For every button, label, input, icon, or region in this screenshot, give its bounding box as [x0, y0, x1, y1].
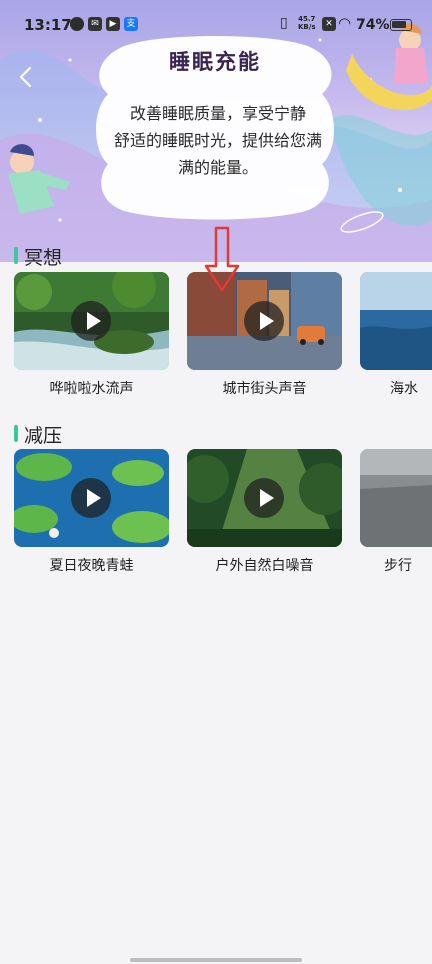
back-button[interactable]	[14, 62, 38, 92]
screen: { "status_bar": { "time": "13:17", "net_…	[0, 0, 432, 964]
description-line: 满的能量。	[177, 158, 258, 177]
sound-card-frog[interactable]	[14, 449, 169, 547]
network-speed-unit: KB/s	[298, 23, 316, 31]
wifi-icon: ◠	[338, 14, 352, 32]
sea-thumbnail	[360, 272, 432, 370]
status-time: 13:17	[24, 16, 72, 34]
battery-icon	[390, 19, 412, 31]
wet-road-thumbnail	[360, 449, 432, 547]
sound-card-nature[interactable]	[187, 449, 342, 547]
page-description: 改善睡眠质量，享受宁静 舒适的睡眠时光，提供给您满 满的能量。	[112, 100, 324, 181]
play-icon[interactable]	[71, 478, 111, 518]
sound-card-label: 步行	[384, 558, 412, 574]
vibrate-icon: ▯	[280, 15, 288, 31]
page-title: 睡眠充能	[169, 50, 261, 74]
sim-no-signal-icon: ✕	[322, 17, 336, 31]
description-line: 改善睡眠质量，享受宁静	[129, 104, 306, 123]
section-title-stress-relief: 减压	[14, 421, 62, 448]
sound-card-walking[interactable]	[360, 449, 432, 547]
sound-card-label: 夏日夜晚青蛙	[49, 558, 134, 574]
chevron-left-icon	[19, 66, 32, 88]
sound-card-label: 哗啦啦水流声	[49, 381, 134, 397]
section-title-meditation: 冥想	[14, 243, 62, 270]
play-icon[interactable]	[244, 301, 284, 341]
network-speed: 45.7 KB/s	[298, 15, 315, 31]
play-icon[interactable]	[71, 301, 111, 341]
mail-notification-icon: ✉	[88, 17, 102, 31]
sound-card-sea[interactable]	[360, 272, 432, 370]
sound-card-label: 海水	[390, 381, 418, 397]
sound-card-label: 城市街头声音	[222, 381, 307, 397]
video-notification-icon: ▶	[106, 17, 120, 31]
sound-card-water[interactable]	[14, 272, 169, 370]
play-icon[interactable]	[244, 478, 284, 518]
home-indicator[interactable]	[130, 958, 302, 962]
alipay-notification-icon: 支	[124, 17, 138, 31]
notification-app-icon	[70, 17, 84, 31]
description-line: 舒适的睡眠时光，提供给您满	[113, 131, 322, 150]
network-speed-value: 45.7	[298, 15, 316, 23]
battery-percentage: 74%	[356, 17, 390, 33]
annotation-down-arrow-icon	[204, 226, 240, 292]
sound-card-label: 户外自然白噪音	[215, 558, 314, 574]
